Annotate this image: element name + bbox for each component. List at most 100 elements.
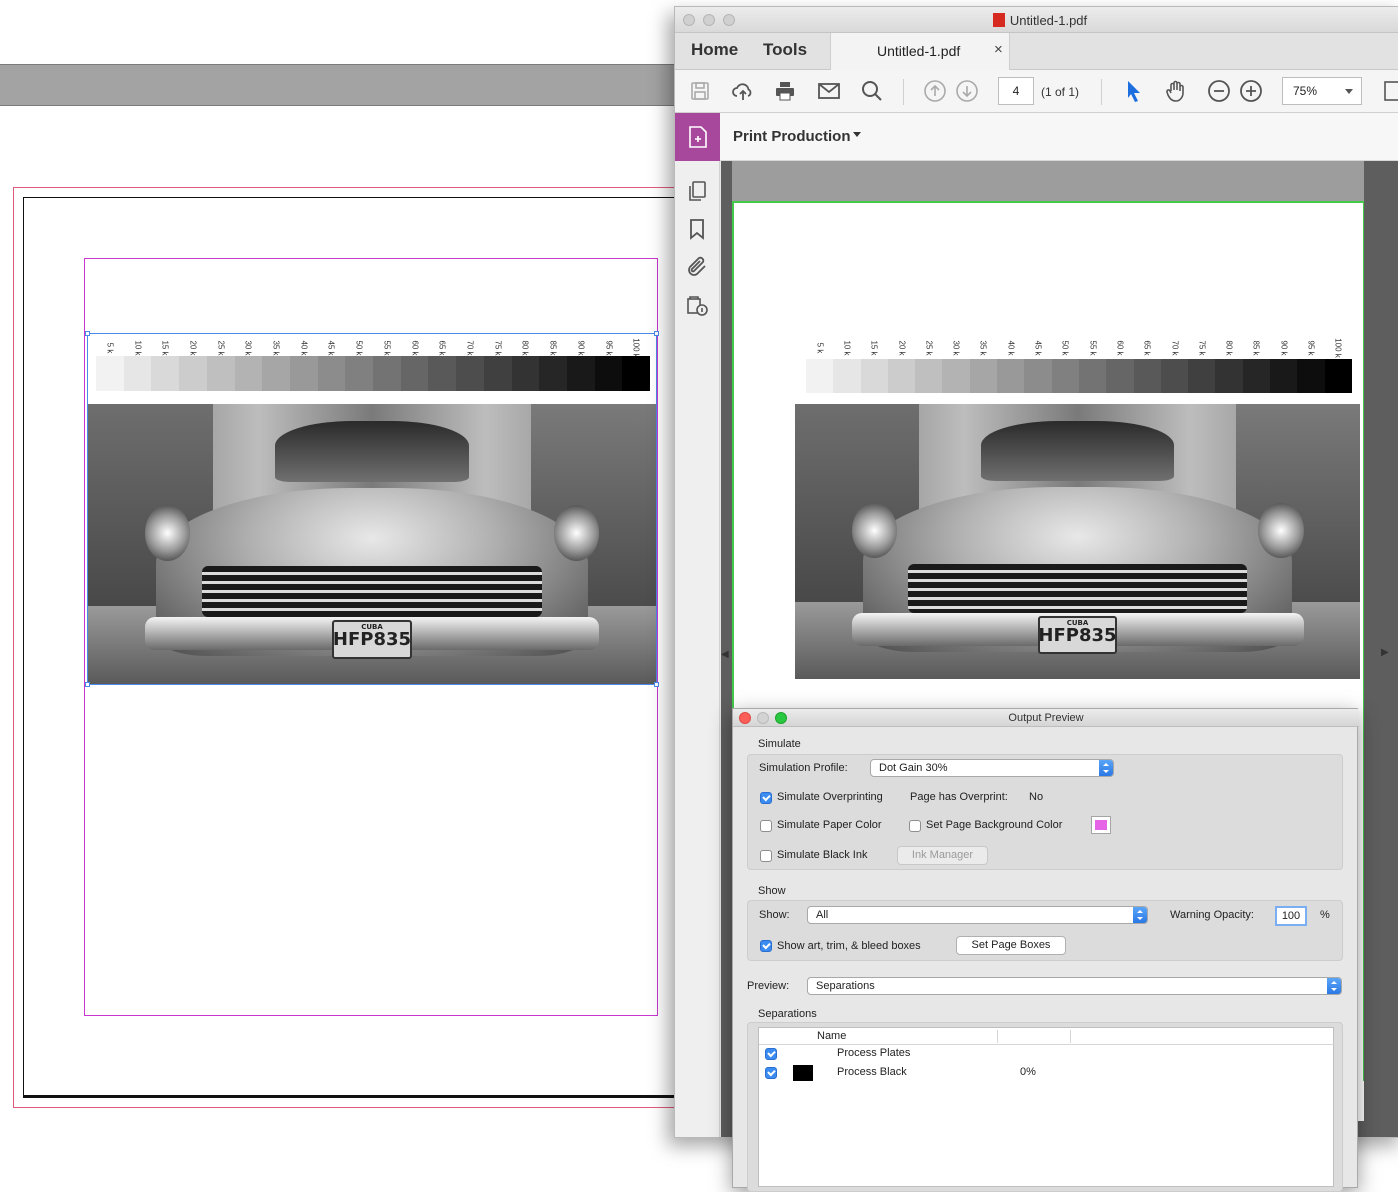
wedge-step [96,356,124,391]
image-frame[interactable]: 5 k 10 k 15 k 20 k 25 k 30 k 35 k 40 k 45 k 50 k5… [87,333,657,685]
save-icon[interactable] [688,79,712,103]
process-plates-checkbox[interactable] [765,1048,777,1060]
pdf-car-photo: CUBA HFP835 [795,404,1360,679]
pages-icon[interactable] [685,179,709,203]
zoom-in-icon[interactable] [1239,79,1263,103]
page-count: (1 of 1) [1041,85,1080,99]
wedge-label: 40 k [1006,340,1016,356]
separations-table: Name Process Plates Process Black 0% [758,1027,1335,1187]
simulate-overprinting-label: Simulate Overprinting [777,791,883,803]
wedge-label: 50 k [1060,340,1070,356]
search-icon[interactable] [860,79,884,103]
wedge-label: 30 k [951,340,961,356]
page-number-input[interactable]: 4 [998,77,1034,105]
wedge-step [594,356,623,391]
car-photo: CUBA HFP835 [88,404,656,684]
dialog-close-button[interactable] [739,712,751,724]
wedge-label: 35 k [978,340,988,356]
mail-icon[interactable] [817,79,841,103]
wedge-step [1160,359,1189,393]
dialog-minimize-button[interactable] [757,712,769,724]
wedge-step [400,356,429,391]
attachment-icon[interactable] [685,255,709,279]
simulate-paper-color-checkbox[interactable] [760,820,772,832]
process-black-checkbox[interactable] [765,1067,777,1079]
license-plate: CUBA HFP835 [332,619,412,659]
name-column-header[interactable]: Name [817,1030,846,1042]
zoom-select[interactable]: 75% [1282,77,1362,105]
show-boxes-label: Show art, trim, & bleed boxes [777,940,921,952]
zoom-out-icon[interactable] [1207,79,1231,103]
wedge-step [289,356,318,391]
wedge-step [428,356,457,391]
collapse-left-icon[interactable]: ◀ [721,649,729,660]
set-page-boxes-button[interactable]: Set Page Boxes [956,936,1066,955]
warning-opacity-input[interactable]: 100 [1275,906,1307,926]
wedge-step [1215,359,1243,393]
bookmark-icon[interactable] [685,217,709,241]
wedge-label: 80 k [1224,340,1234,356]
frame-handle[interactable] [654,331,659,336]
wedge-step [887,359,916,393]
preview-label: Preview: [747,980,790,992]
show-group-label: Show [758,885,786,897]
wedge-step [915,359,943,393]
home-tab[interactable]: Home [691,40,738,60]
upload-icon[interactable] [731,79,755,103]
select-arrow-icon[interactable] [1122,79,1146,103]
separation-name: Process Plates [837,1047,911,1059]
print-production-tool-icon[interactable] [675,113,720,161]
page-down-icon[interactable] [955,79,979,103]
fit-page-icon[interactable] [1381,79,1398,103]
document-tab[interactable]: Untitled-1.pdf × [830,33,1010,70]
page-bg-color-checkbox[interactable] [909,820,921,832]
tools-tab[interactable]: Tools [763,40,807,60]
wedge-step [539,356,567,391]
page-has-overprint-value: No [1029,791,1044,803]
security-icon[interactable] [685,293,709,317]
process-black-swatch [793,1065,813,1081]
tab-bar: Home Tools Untitled-1.pdf × [675,33,1398,70]
expand-right-icon[interactable]: ▶ [1381,647,1389,658]
print-production-label[interactable]: Print Production [733,128,851,145]
wedge-step [206,356,235,391]
wedge-label: 25 k [924,340,934,356]
frame-handle[interactable] [85,331,90,336]
page-has-overprint-label: Page has Overprint: [910,791,1008,803]
wedge-step [1188,359,1216,393]
print-icon[interactable] [773,79,797,103]
simulate-overprinting-checkbox[interactable] [760,792,772,804]
preview-select[interactable]: Separations [807,977,1342,995]
separation-value: 0% [1020,1066,1036,1078]
wedge-label: 90 k [1279,340,1289,356]
page-bg-color-swatch[interactable] [1091,816,1111,834]
simulation-profile-select[interactable]: Dot Gain 30% [870,759,1114,777]
wedge-label: 95 k [1306,340,1316,356]
wedge-step [566,356,595,391]
table-row[interactable]: Process Black 0% [759,1064,1335,1083]
frame-handle[interactable] [654,682,659,687]
hand-icon[interactable] [1164,79,1188,103]
toolbar-separator [903,79,904,105]
close-tab-icon[interactable]: × [994,41,1003,58]
wedge-label: 20 k [897,340,907,356]
wedge-step [833,359,861,393]
table-row[interactable]: Process Plates [759,1045,1335,1064]
dialog-zoom-button[interactable] [775,712,787,724]
wedge-step [1270,359,1298,393]
wedge-label: 55 k [1088,340,1098,356]
show-select[interactable]: All [807,906,1148,924]
wedge-label: 5 k [815,342,825,354]
wedge-step [1106,359,1134,393]
chevron-down-icon [1345,89,1353,94]
ink-manager-button[interactable]: Ink Manager [897,846,988,865]
layout-pasteboard-bar [0,64,680,106]
wedge-step [373,356,401,391]
frame-handle[interactable] [85,682,90,687]
page-up-icon[interactable] [923,79,947,103]
chevron-down-icon[interactable] [853,132,861,137]
show-boxes-checkbox[interactable] [760,940,772,952]
wedge-label: 60 k [1115,340,1125,356]
warning-opacity-label: Warning Opacity: [1170,909,1254,921]
simulate-black-ink-checkbox[interactable] [760,850,772,862]
